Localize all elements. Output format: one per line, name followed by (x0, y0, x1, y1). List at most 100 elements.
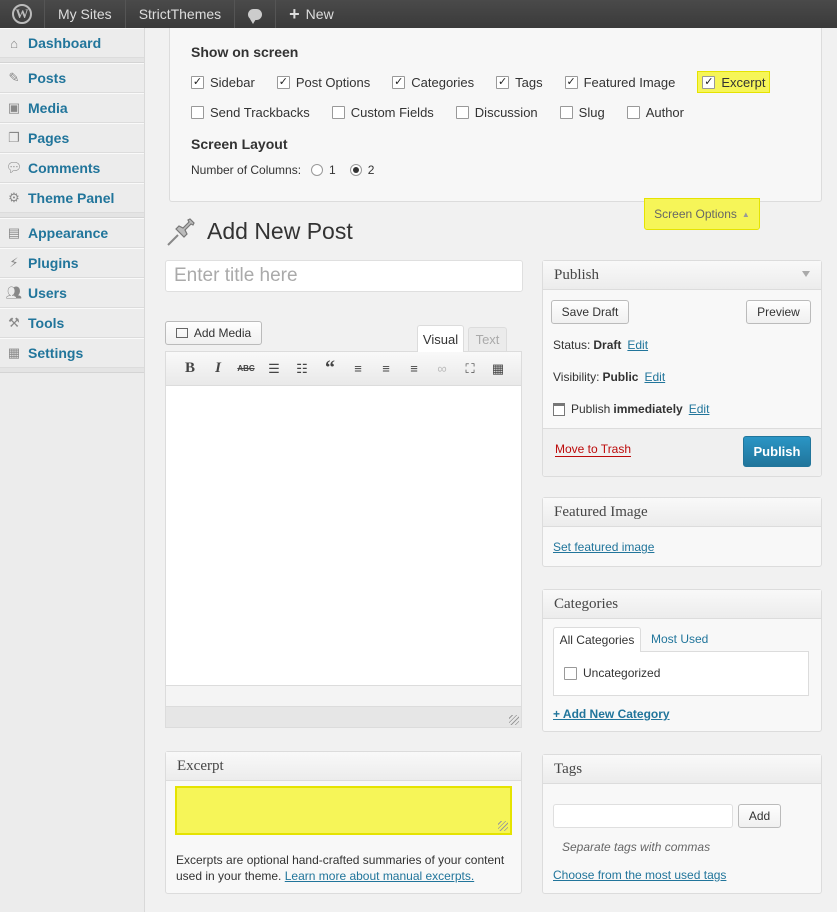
option-featured-image[interactable]: ✓ Featured Image (564, 71, 675, 93)
site-name-menu[interactable]: StrictThemes (126, 0, 236, 28)
screen-options-toggle[interactable]: Screen Options ▲ (644, 198, 760, 230)
columns-radio-1[interactable] (311, 164, 324, 176)
publish-heading[interactable]: Publish (543, 261, 821, 290)
option-custom-fields[interactable]: Custom Fields (331, 101, 434, 123)
option-send-trackbacks[interactable]: Send Trackbacks (191, 101, 310, 123)
sidebar-item-posts[interactable]: ✎ Posts (0, 63, 144, 93)
editor-toolbar: B I ABC ☰ ☷ “ ≡ ≡ ≡ ∞ ⛶ ▦ (166, 352, 521, 386)
featured-image-line: Set featured image (553, 540, 654, 554)
checkbox-unchecked[interactable] (331, 105, 345, 119)
status-value: Draft (593, 338, 622, 352)
add-media-button[interactable]: Add Media (165, 321, 262, 345)
new-content-menu[interactable]: + New (276, 0, 347, 28)
wordpress-logo-menu[interactable]: W (0, 0, 45, 28)
visibility-edit-link[interactable]: Edit (644, 370, 665, 384)
option-author[interactable]: Author (626, 101, 684, 123)
numbered-list-icon[interactable]: ☷ (288, 359, 316, 379)
move-to-trash-link[interactable]: Move to Trash (555, 442, 632, 457)
save-draft-button[interactable]: Save Draft (551, 300, 629, 324)
schedule-edit-link[interactable]: Edit (689, 402, 710, 416)
strikethrough-icon[interactable]: ABC (232, 359, 260, 379)
checkbox-checked[interactable]: ✓ (496, 75, 510, 89)
post-title-input[interactable] (165, 260, 523, 292)
add-tag-button[interactable]: Add (738, 804, 781, 828)
plus-icon: + (289, 3, 300, 24)
columns-radio-2[interactable] (349, 164, 362, 176)
sidebar-item-comments[interactable]: 💬︎ Comments (0, 153, 144, 183)
excerpt-textarea[interactable] (175, 786, 512, 835)
editor-content-area[interactable] (166, 386, 521, 686)
checkbox-unchecked[interactable] (455, 105, 469, 119)
tools-icon: ⚒ (8, 315, 20, 330)
align-center-icon[interactable]: ≡ (372, 359, 400, 379)
checkbox-checked[interactable]: ✓ (191, 75, 204, 89)
visibility-line: Visibility: Public Edit (553, 370, 665, 384)
tags-hint: Separate tags with commas (562, 840, 711, 854)
option-slug[interactable]: Slug (559, 101, 605, 123)
tags-heading[interactable]: Tags (543, 755, 821, 784)
learn-more-link[interactable]: Learn more about manual excerpts. (285, 869, 474, 883)
excerpt-heading[interactable]: Excerpt (166, 752, 521, 781)
tag-input[interactable] (553, 804, 733, 828)
publish-heading-label: Publish (554, 266, 600, 283)
sidebar-item-appearance[interactable]: ▤ Appearance (0, 218, 144, 248)
tab-most-used[interactable]: Most Used (651, 632, 708, 646)
add-new-category-link[interactable]: + Add New Category (553, 707, 670, 721)
publish-button[interactable]: Publish (743, 436, 811, 467)
toggle-caret-icon[interactable] (802, 271, 810, 277)
checkbox-unchecked[interactable] (626, 105, 640, 119)
admin-bar: W My Sites StrictThemes + New (0, 0, 837, 28)
option-excerpt[interactable]: ✓ Excerpt (697, 71, 771, 93)
category-label: Uncategorized (583, 666, 661, 680)
bold-icon[interactable]: B (176, 359, 204, 379)
align-right-icon[interactable]: ≡ (400, 359, 428, 379)
status-edit-link[interactable]: Edit (627, 338, 648, 352)
checkbox-checked[interactable]: ✓ (702, 75, 716, 89)
set-featured-image-link[interactable]: Set featured image (553, 540, 654, 554)
blockquote-icon[interactable]: “ (316, 357, 344, 379)
sidebar-item-dashboard[interactable]: ⌂ Dashboard (0, 28, 144, 58)
category-item[interactable]: Uncategorized (564, 666, 660, 680)
option-categories[interactable]: ✓ Categories (392, 71, 474, 93)
option-post-options[interactable]: ✓ Post Options (276, 71, 370, 93)
option-discussion[interactable]: Discussion (455, 101, 538, 123)
sidebar-item-pages[interactable]: ❐ Pages (0, 123, 144, 153)
sidebar-item-tools[interactable]: ⚒ Tools (0, 308, 144, 338)
checkbox-checked[interactable]: ✓ (564, 75, 578, 89)
link-icon[interactable]: ∞ (428, 359, 456, 379)
editor-footer (166, 685, 521, 727)
comments-menu[interactable] (235, 0, 277, 28)
preview-button[interactable]: Preview (746, 300, 811, 324)
menu-separator (0, 368, 144, 373)
option-tags[interactable]: ✓ Tags (496, 71, 543, 93)
checkbox-unchecked[interactable] (191, 105, 204, 119)
sidebar-item-label: Comments (28, 160, 101, 176)
tab-visual[interactable]: Visual (417, 325, 464, 352)
bullet-list-icon[interactable]: ☰ (260, 359, 288, 379)
sidebar-item-settings[interactable]: ▦ Settings (0, 338, 144, 368)
checkbox-checked[interactable]: ✓ (276, 75, 290, 89)
choose-most-used-tags-link[interactable]: Choose from the most used tags (553, 868, 726, 882)
option-sidebar[interactable]: ✓ Sidebar (191, 71, 255, 93)
checkbox-checked[interactable]: ✓ (392, 75, 406, 89)
columns-row: Number of Columns: 1 2 (191, 163, 374, 177)
sidebar-item-media[interactable]: ▣ Media (0, 93, 144, 123)
align-left-icon[interactable]: ≡ (344, 359, 372, 379)
resize-grip-icon[interactable] (509, 715, 519, 725)
my-sites-menu[interactable]: My Sites (45, 0, 126, 28)
sidebar-item-users[interactable]: 👥︎ Users (0, 278, 144, 308)
checkbox-unchecked[interactable] (564, 666, 577, 680)
screen-layout-heading: Screen Layout (191, 136, 288, 152)
checkbox-unchecked[interactable] (559, 105, 573, 119)
italic-icon[interactable]: I (204, 359, 232, 379)
sidebar-item-label: Media (28, 100, 68, 116)
kitchen-sink-icon[interactable]: ▦ (484, 359, 512, 379)
fullscreen-icon[interactable]: ⛶ (456, 359, 484, 379)
sidebar-item-theme-panel[interactable]: ⚙ Theme Panel (0, 183, 144, 213)
categories-heading[interactable]: Categories (543, 590, 821, 619)
resize-grip-icon[interactable] (498, 821, 508, 831)
featured-image-heading[interactable]: Featured Image (543, 498, 821, 527)
tab-all-categories[interactable]: All Categories (553, 627, 641, 652)
tab-text[interactable]: Text (468, 327, 507, 351)
sidebar-item-plugins[interactable]: ⚡︎ Plugins (0, 248, 144, 278)
